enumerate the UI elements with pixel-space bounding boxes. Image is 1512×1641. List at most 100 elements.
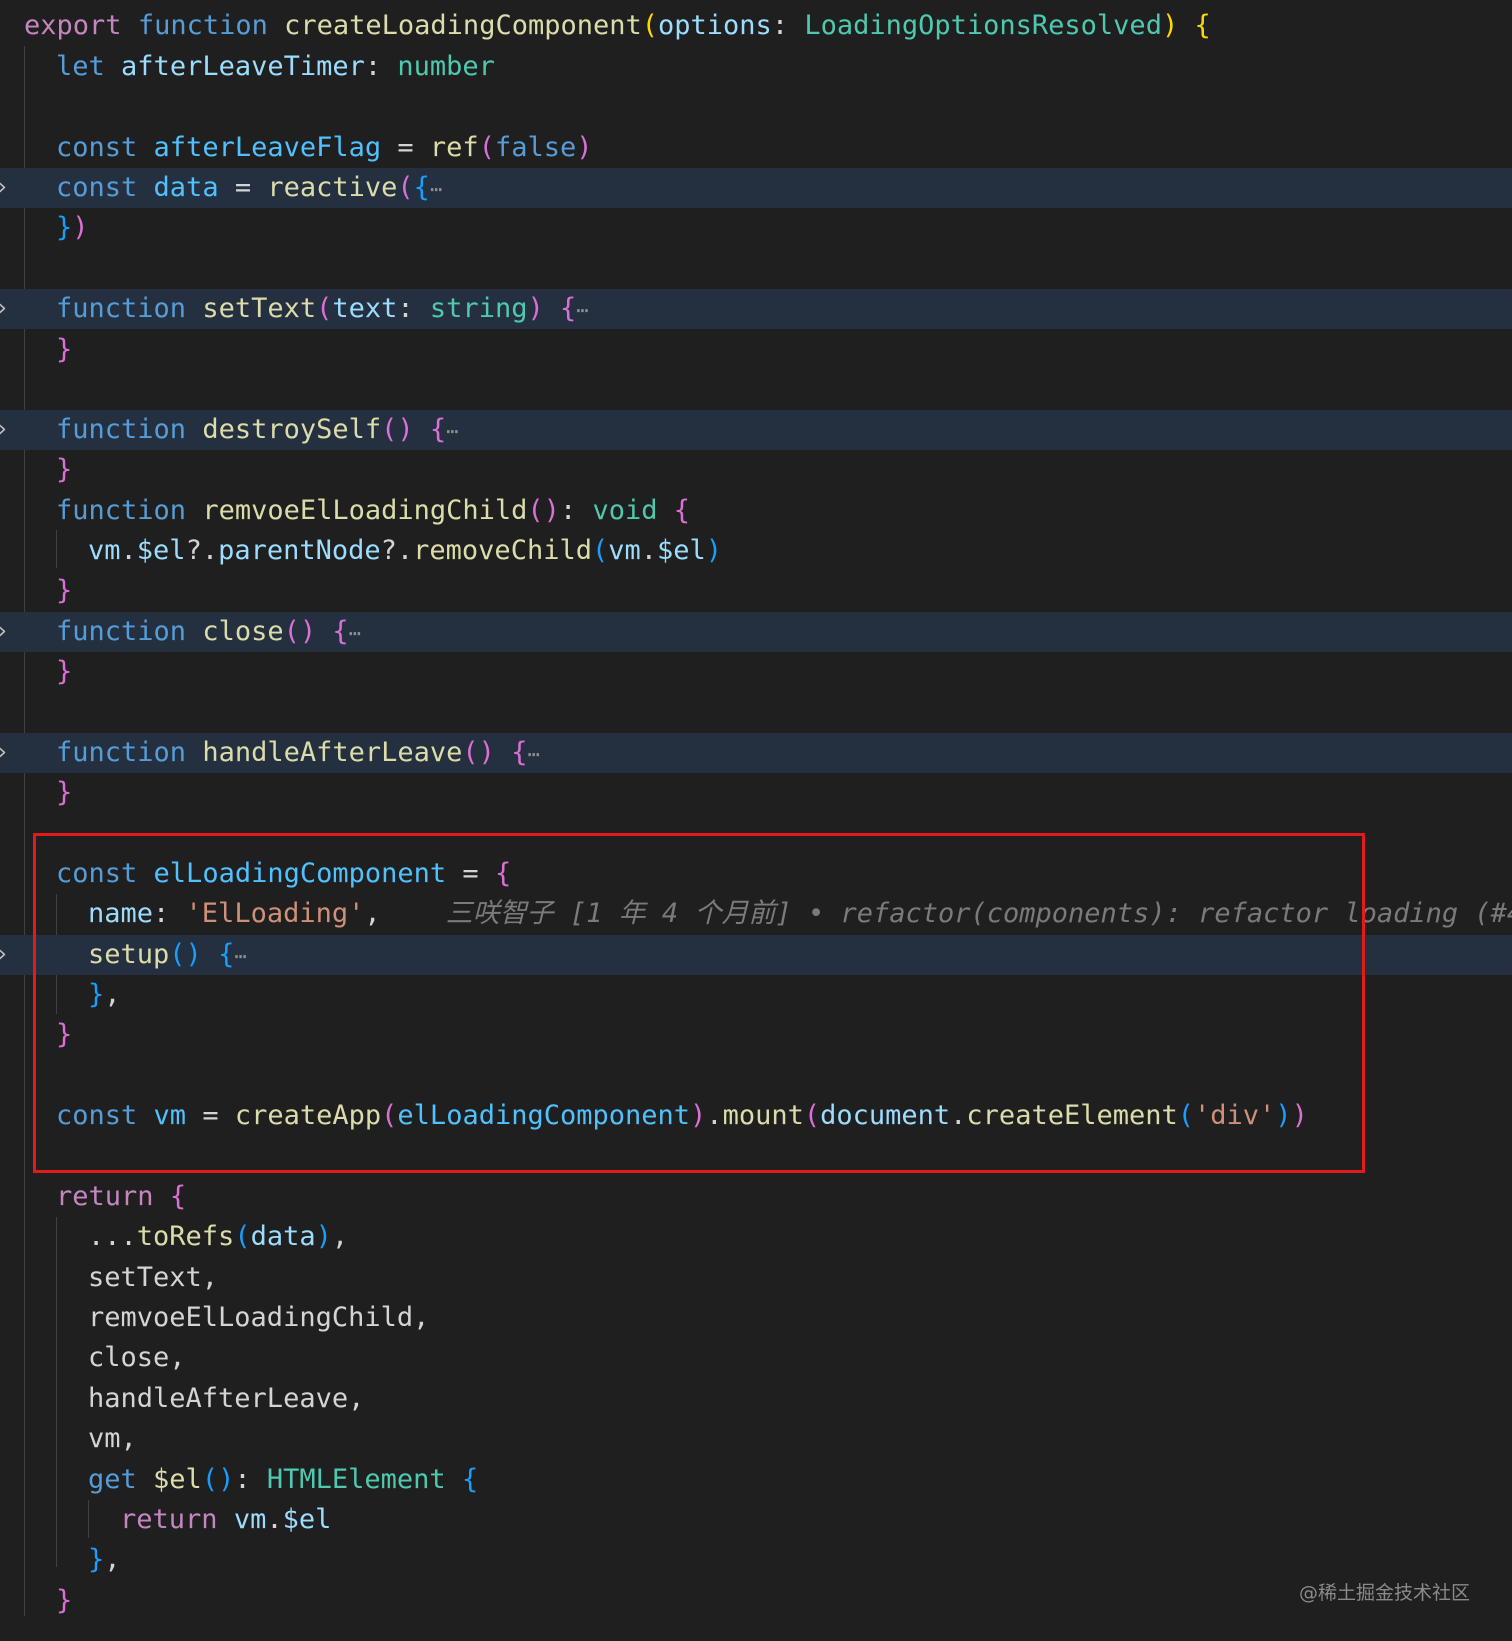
fold-ellipsis-icon[interactable]: ⋯ <box>349 621 361 645</box>
keyword-get: get <box>88 1464 137 1495</box>
code-line-folded[interactable]: › function handleAfterLeave() {⋯ <box>0 733 1512 774</box>
variable-name: elLoadingComponent <box>153 858 447 889</box>
string-literal: 'ElLoading' <box>185 898 365 929</box>
code-line[interactable]: } <box>0 450 1512 490</box>
keyword-const: const <box>56 1100 138 1131</box>
variable-name: data <box>250 1221 316 1252</box>
code-line[interactable]: } <box>0 1581 1512 1621</box>
code-line[interactable]: let afterLeaveTimer: number <box>0 47 1512 87</box>
param-name: options <box>658 10 772 41</box>
chevron-right-icon[interactable]: › <box>0 935 14 975</box>
type-name: void <box>592 495 658 526</box>
code-line[interactable]: }, <box>0 1540 1512 1580</box>
property-name: $el <box>136 535 186 566</box>
keyword-const: const <box>56 858 138 889</box>
code-line[interactable]: return { <box>0 1177 1512 1217</box>
type-name: HTMLElement <box>266 1464 446 1495</box>
code-line[interactable]: handleAfterLeave, <box>0 1379 1512 1419</box>
git-blame-annotation[interactable]: 三咲智子 [1 年 4 个月前] • refactor(components):… <box>446 898 1512 929</box>
chevron-right-icon[interactable]: › <box>0 733 14 773</box>
code-line[interactable]: ...toRefs(data), <box>0 1217 1512 1257</box>
keyword-function: function <box>56 293 187 324</box>
property-name: $el <box>657 535 706 566</box>
keyword-function: function <box>56 414 187 445</box>
function-call: removeChild <box>413 535 592 566</box>
code-line[interactable]: }, <box>0 975 1512 1015</box>
property-shorthand: vm <box>88 1423 121 1454</box>
code-line-folded[interactable]: › function close() {⋯ <box>0 612 1512 653</box>
code-line[interactable]: } <box>0 1015 1512 1055</box>
property-shorthand: remvoeElLoadingChild <box>88 1302 414 1333</box>
code-line[interactable]: } <box>0 571 1512 611</box>
type-name: LoadingOptionsResolved <box>804 10 1162 41</box>
code-line-folded[interactable]: › function setText(text: string) {⋯ <box>0 289 1512 330</box>
fold-ellipsis-icon[interactable]: ⋯ <box>234 944 246 968</box>
variable-name: vm <box>88 535 121 566</box>
function-call: ref <box>429 132 479 163</box>
string-literal: 'div' <box>1194 1100 1276 1131</box>
fold-ellipsis-icon[interactable]: ⋯ <box>576 298 588 322</box>
property-shorthand: close <box>88 1342 170 1373</box>
variable-name: vm <box>233 1504 267 1535</box>
chevron-right-icon[interactable]: › <box>0 289 14 329</box>
variable-name: data <box>153 172 219 203</box>
chevron-right-icon[interactable]: › <box>0 410 14 450</box>
method-name: setup <box>88 939 170 970</box>
chevron-right-icon[interactable]: › <box>0 612 14 652</box>
code-line[interactable]: vm.$el?.parentNode?.removeChild(vm.$el) <box>0 531 1512 571</box>
code-line[interactable]: vm, <box>0 1419 1512 1459</box>
property-name: name <box>88 898 154 929</box>
function-name: createLoadingComponent <box>284 10 642 41</box>
code-editor[interactable]: export function createLoadingComponent(o… <box>0 0 1512 1641</box>
keyword-return: return <box>120 1504 218 1535</box>
code-line[interactable]: }) <box>0 208 1512 248</box>
chevron-right-icon[interactable]: › <box>0 168 14 208</box>
variable-name: vm <box>153 1100 187 1131</box>
function-name: setText <box>202 293 317 324</box>
keyword-let: let <box>56 51 105 82</box>
function-call: createElement <box>966 1100 1178 1131</box>
keyword-function: function <box>56 495 187 526</box>
code-line[interactable]: const elLoadingComponent = { <box>0 854 1512 894</box>
literal-false: false <box>494 132 577 163</box>
code-line[interactable]: export function createLoadingComponent(o… <box>0 6 1512 46</box>
code-line[interactable]: } <box>0 773 1512 813</box>
type-name: string <box>429 293 528 324</box>
function-name: close <box>202 616 284 647</box>
code-line[interactable]: } <box>0 652 1512 692</box>
code-line[interactable]: close, <box>0 1338 1512 1378</box>
code-line[interactable]: remvoeElLoadingChild, <box>0 1298 1512 1338</box>
keyword-export: export <box>24 10 122 41</box>
code-line[interactable]: } <box>0 330 1512 370</box>
code-line[interactable]: setText, <box>0 1258 1512 1298</box>
code-line-folded[interactable]: › const data = reactive({⋯ <box>0 168 1512 209</box>
function-call: createApp <box>234 1100 382 1131</box>
fold-ellipsis-icon[interactable]: ⋯ <box>430 177 442 201</box>
function-name: handleAfterLeave <box>202 737 463 768</box>
property-name: parentNode <box>218 535 381 566</box>
keyword-function: function <box>137 10 268 41</box>
property-shorthand: handleAfterLeave <box>88 1383 349 1414</box>
code-line-folded[interactable]: › setup() {⋯ <box>0 935 1512 976</box>
function-name: destroySelf <box>202 414 382 445</box>
keyword-function: function <box>56 737 187 768</box>
keyword-return: return <box>56 1181 154 1212</box>
variable-name: document <box>820 1100 951 1131</box>
code-line[interactable]: return vm.$el <box>0 1500 1512 1540</box>
fold-ellipsis-icon[interactable]: ⋯ <box>446 419 458 443</box>
code-line[interactable]: const vm = createApp(elLoadingComponent)… <box>0 1096 1512 1136</box>
property-name: $el <box>282 1504 332 1535</box>
code-line-folded[interactable]: › function destroySelf() {⋯ <box>0 410 1512 451</box>
code-line[interactable]: get $el(): HTMLElement { <box>0 1460 1512 1500</box>
variable-name: elLoadingComponent <box>397 1100 691 1131</box>
fold-ellipsis-icon[interactable]: ⋯ <box>527 742 539 766</box>
code-line[interactable]: name: 'ElLoading', 三咲智子 [1 年 4 个月前] • re… <box>0 894 1512 934</box>
code-line[interactable]: const afterLeaveFlag = ref(false) <box>0 128 1512 168</box>
code-line[interactable]: function remvoeElLoadingChild(): void { <box>0 491 1512 531</box>
property-shorthand: setText <box>88 1262 202 1293</box>
watermark: @稀土掘金技术社区 <box>1298 1582 1470 1604</box>
variable-name: vm <box>608 535 641 566</box>
variable-name: afterLeaveFlag <box>153 132 382 163</box>
variable-name: afterLeaveTimer <box>121 51 365 82</box>
keyword-function: function <box>56 616 187 647</box>
